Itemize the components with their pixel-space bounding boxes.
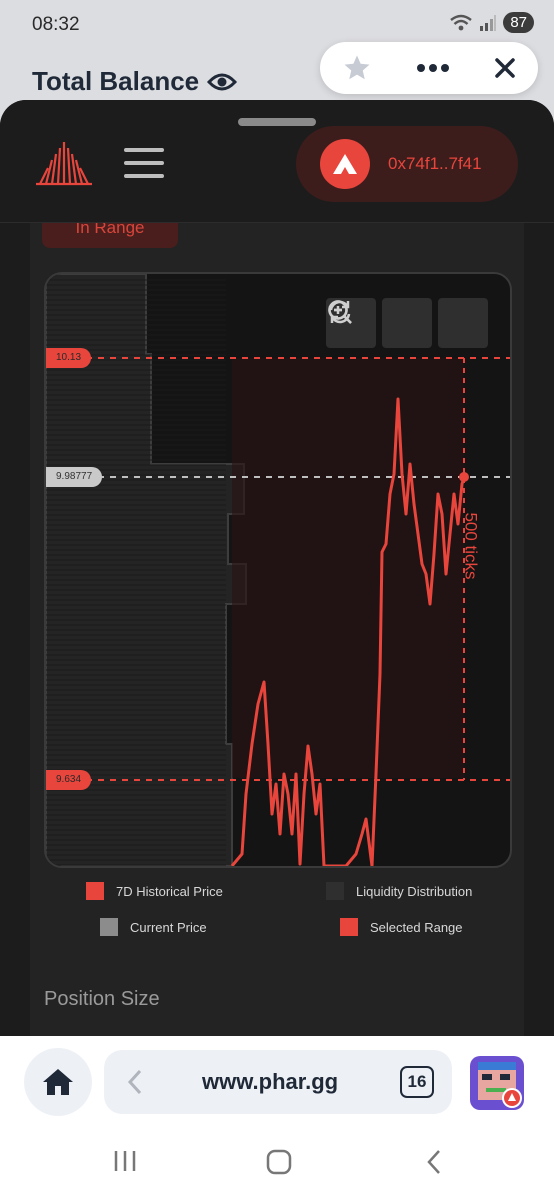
eye-icon[interactable]	[207, 71, 238, 93]
legend-selected-range: Selected Range	[340, 918, 463, 936]
current-price-marker	[459, 472, 469, 482]
zoom-out-button[interactable]	[328, 298, 432, 348]
zoom-in-button[interactable]	[328, 298, 488, 348]
app-header: 0x74f1..7f41	[0, 100, 554, 223]
pixel-avatar-icon	[470, 1056, 524, 1110]
avalanche-icon	[320, 139, 370, 189]
tabs-button[interactable]: 16	[400, 1066, 434, 1098]
lower-price-tag[interactable]: 9.634	[46, 770, 92, 790]
legend-label: Current Price	[130, 919, 207, 935]
status-time: 08:32	[32, 14, 80, 35]
chart-canvas[interactable]	[46, 274, 510, 866]
url-text[interactable]: www.phar.gg	[202, 1069, 338, 1095]
position-size-heading: Position Size	[44, 988, 160, 1010]
signal-icon	[480, 14, 497, 31]
pharaoh-logo-icon[interactable]	[34, 138, 94, 186]
status-icons: 87	[449, 12, 534, 33]
sheet-drag-handle[interactable]	[238, 118, 316, 126]
position-panel: In Range 10.13 9.98777 9.634 500 ticks 7…	[30, 202, 524, 1040]
browser-toolbar: www.phar.gg 16	[0, 1036, 554, 1136]
system-navigation-bar	[0, 1136, 554, 1200]
current-price-tag: 9.98777	[46, 467, 103, 487]
chart-toolbar	[326, 298, 488, 348]
menu-icon[interactable]	[124, 148, 164, 180]
bookmark-star-icon[interactable]	[342, 53, 372, 83]
total-balance-label: Total Balance	[32, 66, 200, 96]
legend-current-price: Current Price	[100, 918, 207, 936]
legend-label: Liquidity Distribution	[356, 883, 473, 899]
profile-avatar[interactable]	[470, 1056, 524, 1110]
home-nav-icon[interactable]	[265, 1148, 293, 1176]
legend-liquidity-distribution: Liquidity Distribution	[326, 882, 472, 900]
home-icon	[43, 1069, 73, 1095]
more-options-icon[interactable]	[416, 63, 450, 73]
tick-span-label: 500 ticks	[461, 512, 481, 580]
legend-label: 7D Historical Price	[116, 883, 223, 899]
zoom-in-icon	[328, 300, 352, 324]
battery-indicator: 87	[503, 12, 534, 33]
wallet-button[interactable]: 0x74f1..7f41	[296, 126, 518, 202]
wallet-address: 0x74f1..7f41	[388, 154, 482, 173]
legend-label: Selected Range	[370, 919, 463, 935]
wifi-icon	[450, 14, 473, 30]
legend-swatch	[86, 882, 104, 900]
background-page-title: Total Balance	[32, 66, 238, 97]
browser-action-pill	[320, 42, 538, 94]
legend-historical-price: 7D Historical Price	[86, 882, 223, 900]
home-button[interactable]	[24, 1048, 92, 1116]
price-range-chart[interactable]: 10.13 9.98777 9.634 500 ticks	[44, 272, 512, 868]
recent-apps-icon[interactable]	[112, 1148, 138, 1174]
back-arrow-icon[interactable]	[126, 1068, 144, 1096]
address-bar[interactable]: www.phar.gg 16	[104, 1050, 452, 1114]
app-sheet: 0x74f1..7f41 In Range 10.13 9.98777 9.63…	[0, 100, 554, 1040]
legend-swatch	[340, 918, 358, 936]
upper-price-tag[interactable]: 10.13	[46, 348, 92, 368]
close-icon[interactable]	[494, 57, 516, 79]
legend-swatch	[100, 918, 118, 936]
legend-swatch	[326, 882, 344, 900]
back-nav-icon[interactable]	[424, 1148, 444, 1176]
